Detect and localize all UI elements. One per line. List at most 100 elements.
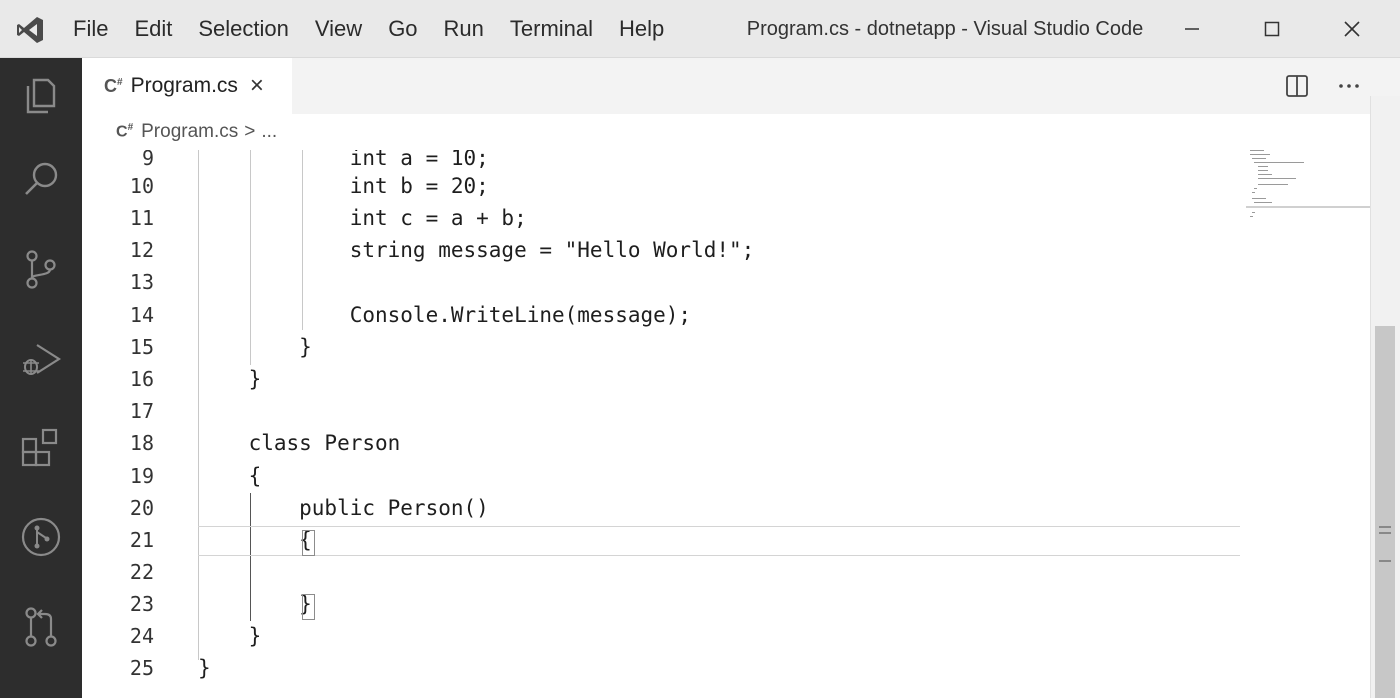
line-number: 14 [129, 303, 154, 327]
remote-explorer-button[interactable] [16, 512, 66, 562]
menu-selection[interactable]: Selection [185, 0, 302, 58]
line-code: Console.WriteLine(message); [198, 303, 692, 327]
run-debug-icon [23, 344, 62, 375]
run-debug-button[interactable] [16, 334, 66, 384]
breadcrumb-file[interactable]: Program.cs [141, 121, 238, 143]
scrollbar-thumb[interactable] [1375, 326, 1395, 698]
source-control-button[interactable] [16, 244, 66, 294]
menu-terminal[interactable]: Terminal [497, 0, 606, 58]
csharp-file-icon: C# [104, 75, 123, 96]
line-code: string message = "Hello World!"; [198, 238, 755, 262]
line-number: 23 [129, 592, 154, 616]
remote-icon [21, 517, 61, 557]
menu-file[interactable]: File [60, 0, 121, 58]
menu-bar: File Edit Selection View Go Run Terminal… [60, 0, 677, 58]
line-code: class Person [198, 431, 401, 455]
code-line: 22 [82, 556, 1240, 588]
vertical-scrollbar[interactable] [1370, 96, 1400, 698]
code-line: 18 class Person [82, 427, 1240, 459]
tab-close-icon[interactable]: × [250, 74, 264, 98]
scrollbar-marker [1379, 526, 1391, 528]
explorer-button[interactable] [16, 70, 66, 120]
minimap-line [1250, 154, 1270, 155]
line-number: 10 [129, 174, 154, 198]
minimap-line [1254, 202, 1272, 203]
code-line: 14 Console.WriteLine(message); [82, 299, 1240, 331]
maximize-button[interactable] [1232, 0, 1312, 58]
menu-edit[interactable]: Edit [121, 0, 185, 58]
minimap-line [1258, 170, 1268, 171]
pull-requests-icon [25, 607, 57, 647]
minimap-viewport[interactable] [1246, 206, 1370, 208]
menu-view[interactable]: View [302, 0, 375, 58]
code-line: 15 } [82, 331, 1240, 363]
minimap-line [1258, 174, 1272, 175]
split-editor-icon [1286, 75, 1308, 97]
minimap-line [1258, 184, 1288, 185]
line-number: 17 [129, 399, 154, 423]
minimize-button[interactable] [1152, 0, 1232, 58]
pull-requests-button[interactable] [16, 602, 66, 652]
editor-actions [1284, 58, 1362, 114]
bracket-match-highlight [302, 594, 315, 620]
breadcrumb: C# Program.cs > ... [82, 114, 1372, 150]
line-code: { [198, 528, 312, 552]
minimap-line [1250, 216, 1253, 217]
tab-program-cs[interactable]: C# Program.cs × [82, 58, 292, 114]
code-line: 24 } [82, 620, 1240, 652]
search-button[interactable] [16, 154, 66, 204]
minimap-line [1252, 158, 1266, 159]
maximize-icon [1264, 21, 1280, 37]
more-icon [1339, 84, 1359, 88]
minimap-line [1258, 178, 1296, 179]
minimap-line [1252, 212, 1255, 213]
line-number: 20 [129, 496, 154, 520]
vscode-logo-icon [17, 17, 43, 43]
code-line: 19 { [82, 460, 1240, 492]
line-code: public Person() [198, 496, 489, 520]
minimap-line [1258, 166, 1268, 167]
code-line: 11 int c = a + b; [82, 202, 1240, 234]
menu-run[interactable]: Run [431, 0, 497, 58]
extensions-icon [21, 428, 58, 467]
menu-help[interactable]: Help [606, 0, 677, 58]
code-line: 12 string message = "Hello World!"; [82, 234, 1240, 266]
minimap-line [1252, 198, 1266, 199]
more-actions-button[interactable] [1336, 73, 1362, 99]
code-line: 16 } [82, 363, 1240, 395]
line-number: 15 [129, 335, 154, 359]
close-window-button[interactable] [1312, 0, 1392, 58]
code-editor[interactable]: 9 int a = 10; 10 int b = 20; 11 int c = … [82, 150, 1240, 698]
line-number: 11 [129, 206, 154, 230]
line-code: } [198, 624, 262, 648]
line-number: 13 [129, 270, 154, 294]
search-icon [25, 162, 58, 195]
title-bar: File Edit Selection View Go Run Terminal… [0, 0, 1400, 58]
scrollbar-marker [1379, 560, 1391, 562]
minimap-line [1252, 192, 1255, 193]
line-code: } [198, 367, 262, 391]
source-control-icon [26, 250, 56, 289]
line-code: } [198, 592, 312, 616]
window-title: Program.cs - dotnetapp - Visual Studio C… [746, 18, 1144, 40]
extensions-button[interactable] [16, 422, 66, 472]
menu-go[interactable]: Go [375, 0, 430, 58]
minimap-line [1250, 150, 1264, 151]
breadcrumb-separator: > [244, 121, 256, 142]
minimize-icon [1185, 28, 1199, 30]
split-editor-button[interactable] [1284, 73, 1310, 99]
line-code: } [198, 335, 312, 359]
line-number: 12 [129, 238, 154, 262]
line-number: 25 [129, 656, 154, 680]
minimap-line [1254, 188, 1257, 189]
scrollbar-marker [1379, 532, 1391, 534]
close-icon [1344, 21, 1360, 37]
minimap[interactable] [1240, 150, 1370, 698]
line-code: int c = a + b; [198, 206, 527, 230]
explorer-icon [26, 78, 56, 114]
line-number: 18 [129, 431, 154, 455]
breadcrumb-more[interactable]: ... [261, 121, 277, 143]
line-number: 16 [129, 367, 154, 391]
activity-bar [0, 58, 82, 698]
code-line: 25} [82, 652, 1240, 684]
